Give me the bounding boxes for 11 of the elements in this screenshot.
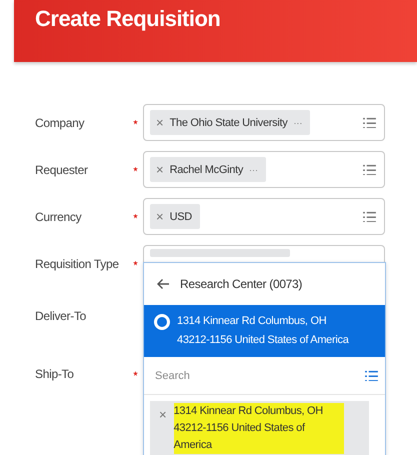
- chip-label: The Ohio State University: [170, 116, 288, 128]
- chip-label: Rachel McGinty: [170, 164, 244, 176]
- chip-label: USD: [170, 210, 192, 222]
- field-label: Requester: [35, 162, 89, 176]
- field-label: Ship-To: [35, 367, 75, 381]
- field-label: Company: [35, 116, 86, 130]
- field-label: Currency: [35, 210, 82, 224]
- field-label: Deliver-To: [35, 309, 88, 323]
- field-label: Requisition Type: [35, 256, 120, 270]
- page-title: Create Requisition: [35, 6, 220, 32]
- panel-title: Research Center (0073): [180, 277, 302, 291]
